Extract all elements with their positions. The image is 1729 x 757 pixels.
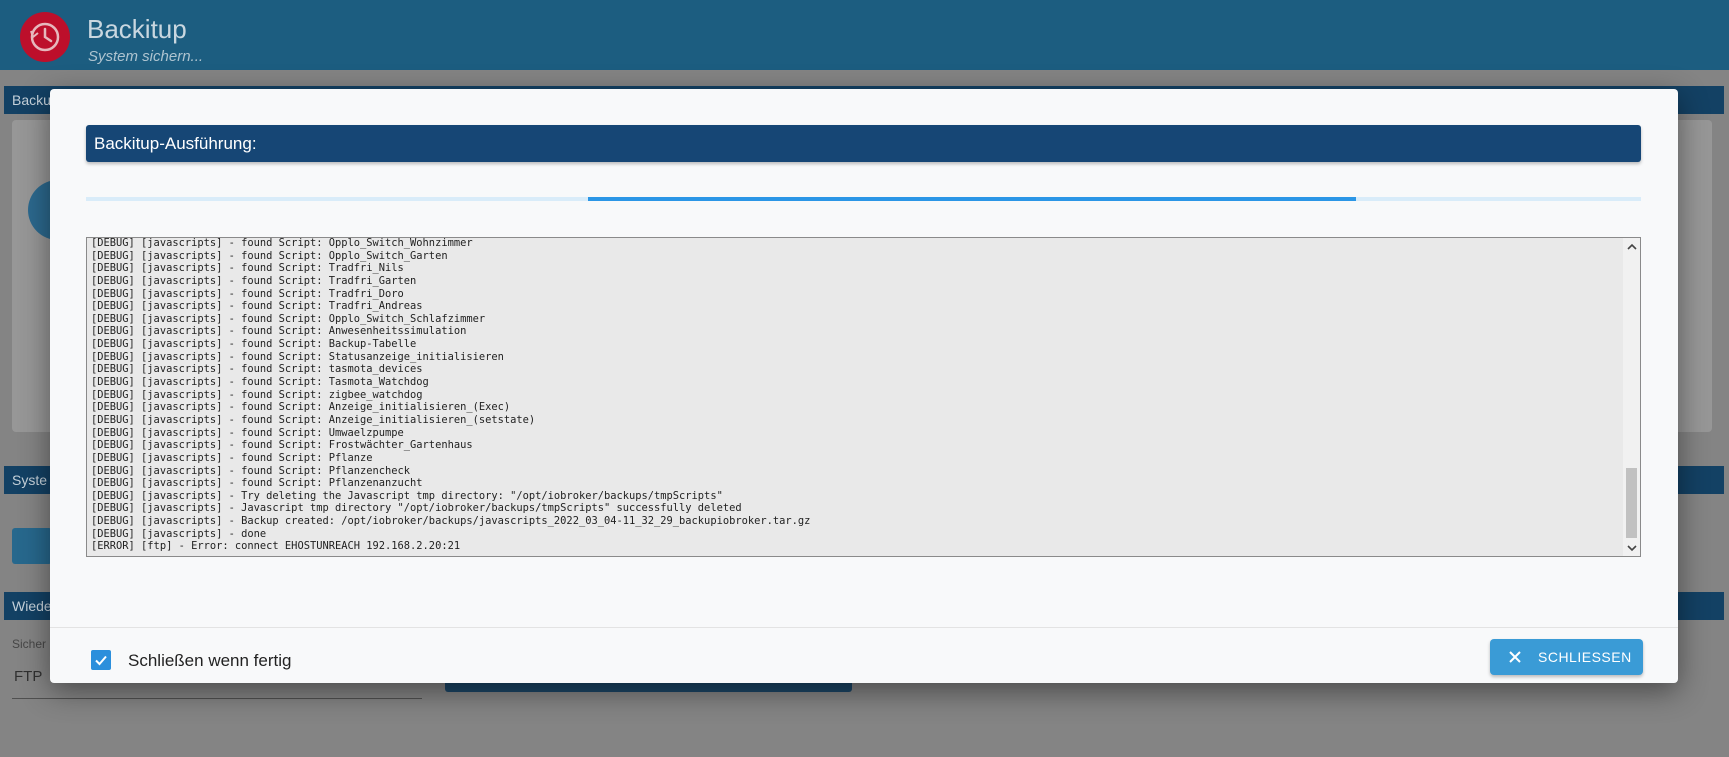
log-line: [DEBUG] [javascripts] - found Script: Tr… bbox=[91, 274, 417, 287]
close-when-done-label: Schließen wenn fertig bbox=[128, 651, 292, 670]
log-line: [DEBUG] [javascripts] - found Script: Fr… bbox=[91, 439, 473, 452]
log-line: [DEBUG] [javascripts] - Backup created: … bbox=[91, 515, 811, 528]
log-line: [ERROR] [ftp] - Error: connect EHOSTUNRE… bbox=[91, 540, 461, 553]
log-line: [DEBUG] [javascripts] - found Script: Ba… bbox=[91, 338, 417, 351]
log-line: [DEBUG] [javascripts] - found Script: Op… bbox=[91, 237, 473, 249]
log-line: [DEBUG] [javascripts] - found Script: An… bbox=[91, 325, 467, 338]
scroll-thumb[interactable] bbox=[1626, 468, 1637, 538]
log-line: [DEBUG] [javascripts] - found Script: St… bbox=[91, 350, 504, 363]
log-line: [DEBUG] [javascripts] - found Script: ta… bbox=[91, 363, 423, 376]
close-button[interactable]: SCHLIESSEN bbox=[1490, 639, 1643, 675]
log-line: [DEBUG] [javascripts] - found Script: Ta… bbox=[91, 376, 429, 389]
dialog-title: Backitup-Ausführung: bbox=[86, 125, 1641, 162]
close-when-done-checkbox[interactable] bbox=[91, 650, 111, 670]
log-line: [DEBUG] [javascripts] - found Script: An… bbox=[91, 401, 511, 414]
footer-divider bbox=[50, 627, 1678, 628]
log-output[interactable]: [DEBUG] [javascripts] - found Script: Op… bbox=[86, 237, 1641, 557]
log-scrollbar[interactable] bbox=[1623, 238, 1640, 556]
log-line: [DEBUG] [javascripts] - found Script: Um… bbox=[91, 426, 404, 439]
log-line: [DEBUG] [javascripts] - found Script: Tr… bbox=[91, 300, 423, 313]
log-line: [DEBUG] [javascripts] - found Script: zi… bbox=[91, 388, 423, 401]
scroll-down-icon[interactable] bbox=[1623, 539, 1640, 556]
log-line: [DEBUG] [javascripts] - done bbox=[91, 527, 267, 540]
log-line: [DEBUG] [javascripts] - Try deleting the… bbox=[91, 489, 723, 502]
backup-execution-dialog: Backitup-Ausführung: [DEBUG] [javascript… bbox=[50, 89, 1678, 683]
log-line: [DEBUG] [javascripts] - found Script: Tr… bbox=[91, 287, 404, 300]
log-line: [DEBUG] [javascripts] - found Script: An… bbox=[91, 413, 536, 426]
progress-bar bbox=[86, 197, 1641, 201]
log-line: [DEBUG] [javascripts] - found Script: Pf… bbox=[91, 451, 373, 464]
progress-bar-fill bbox=[588, 197, 1357, 201]
log-lines: [DEBUG] [javascripts] - found Script: Op… bbox=[91, 237, 1620, 553]
log-line: [DEBUG] [javascripts] - found Script: Pf… bbox=[91, 477, 423, 490]
log-line: [DEBUG] [javascripts] - found Script: Tr… bbox=[91, 262, 404, 275]
close-icon bbox=[1509, 651, 1521, 663]
log-line: [DEBUG] [javascripts] - found Script: Pf… bbox=[91, 464, 411, 477]
log-line: [DEBUG] [javascripts] - found Script: Op… bbox=[91, 249, 448, 262]
log-line: [DEBUG] [javascripts] - Javascript tmp d… bbox=[91, 502, 742, 515]
log-line: [DEBUG] [javascripts] - found Script: Op… bbox=[91, 312, 486, 325]
scroll-up-icon[interactable] bbox=[1623, 238, 1640, 255]
checkmark-icon bbox=[95, 655, 107, 666]
close-button-label: SCHLIESSEN bbox=[1538, 649, 1632, 665]
